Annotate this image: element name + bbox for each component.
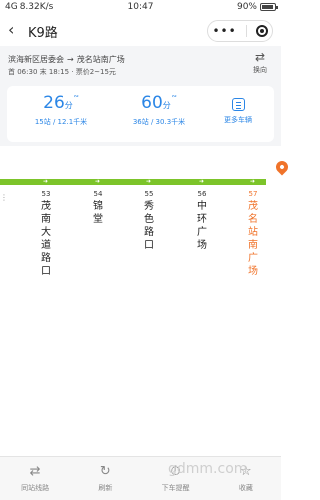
status-bar: 4G 8.32K/s 10:47 90% <box>0 0 281 16</box>
station-name: 中环广场 <box>197 201 207 251</box>
route-to: 茂名站南广场 <box>76 55 125 64</box>
route-line-diagram[interactable]: ⋮ ➜ ➜ ➜ ➜ ➜ 53 茂南大道路口 54 锦堂 55 秀色路口 56 中… <box>0 146 291 456</box>
bus-2-time: 60分∾ <box>119 93 199 113</box>
back-chevron-icon[interactable]: ‹ <box>8 20 14 39</box>
station-53[interactable]: 53 茂南大道路口 <box>38 190 54 278</box>
route-info: 滨海新区居委会 → 茂名站南广场 首 06:30 末 18:15 · 票价2~15元… <box>0 46 281 84</box>
switch-direction-icon: ⇄ <box>254 50 266 64</box>
same-station-lines-button[interactable]: ⇄ 同站线路 <box>0 457 70 500</box>
tool-label: 收藏 <box>238 484 253 492</box>
bus-1-unit: 分 <box>64 101 73 110</box>
previous-stations-fragment: ⋮ <box>0 193 8 202</box>
battery-percent: 90% <box>236 2 257 12</box>
target-close-icon[interactable] <box>255 25 268 37</box>
route-meta: 首 06:30 末 18:15 · 票价2~15元 <box>8 68 116 76</box>
page-title: K9路 <box>28 26 58 41</box>
watermark: gdmm.com <box>168 461 248 477</box>
battery-icon <box>260 3 278 11</box>
arrival-card: 26分∾ 15站 / 12.1千米 60分∾ 36站 / 30.3千米 更多车辆 <box>7 86 274 142</box>
current-location-pin-icon <box>273 158 291 176</box>
direction-arrow-icon: ➜ <box>95 178 101 185</box>
more-dots-icon[interactable]: ••• <box>212 24 236 38</box>
station-57-current[interactable]: 57 茂名站南广场 <box>245 190 261 278</box>
nav-bar: ‹ K9路 ••• <box>0 16 281 46</box>
next-bus-2[interactable]: 60分∾ 36站 / 30.3千米 <box>119 93 199 127</box>
refresh-button[interactable]: ↻ 刷新 <box>70 457 140 500</box>
direction-arrow-icon: ➜ <box>199 178 205 185</box>
bus-2-minutes: 60 <box>141 93 163 113</box>
transfer-icon: ⇄ <box>29 464 41 479</box>
station-name: 秀色路口 <box>144 201 154 251</box>
route-direction: 滨海新区居委会 → 茂名站南广场 <box>8 54 125 65</box>
bus-2-unit: 分 <box>162 101 171 110</box>
arrival-card-area: 26分∾ 15站 / 12.1千米 60分∾ 36站 / 30.3千米 更多车辆 <box>0 84 281 146</box>
realtime-signal-icon: ∾ <box>73 93 79 100</box>
status-right: 90% <box>236 2 278 12</box>
bus-2-detail: 36站 / 30.3千米 <box>132 118 186 126</box>
station-56[interactable]: 56 中环广场 <box>194 190 210 252</box>
route-from: 滨海新区居委会 <box>8 55 64 64</box>
next-bus-1[interactable]: 26分∾ 15站 / 12.1千米 <box>21 93 101 127</box>
miniprogram-capsule: ••• <box>207 20 273 42</box>
station-number: 53 <box>41 190 51 198</box>
station-number: 55 <box>144 190 154 198</box>
refresh-icon: ↻ <box>99 464 111 479</box>
more-buses-label: 更多车辆 <box>224 116 252 124</box>
station-name: 茂名站南广场 <box>248 201 258 277</box>
station-number: 57 <box>248 190 258 198</box>
station-number: 56 <box>197 190 207 198</box>
direction-arrow-icon: ➜ <box>250 178 256 185</box>
station-name: 锦堂 <box>93 201 103 225</box>
direction-arrow-icon: ➜ <box>43 178 49 185</box>
capsule-divider <box>245 25 247 37</box>
route-arrow: → <box>67 55 74 64</box>
station-name: 茂南大道路口 <box>41 201 51 277</box>
tool-label: 刷新 <box>98 484 113 492</box>
bus-1-minutes: 26 <box>43 93 65 113</box>
more-buses-button[interactable]: 更多车辆 <box>218 98 258 125</box>
station-number: 54 <box>93 190 103 198</box>
switch-direction-button[interactable]: ⇄ 换向 <box>249 51 271 75</box>
station-55[interactable]: 55 秀色路口 <box>141 190 157 252</box>
station-54[interactable]: 54 锦堂 <box>90 190 106 226</box>
direction-arrow-icon: ➜ <box>146 178 152 185</box>
realtime-signal-icon: ∾ <box>171 93 177 100</box>
list-icon <box>231 98 245 111</box>
route-line <box>0 179 266 185</box>
bus-1-detail: 15站 / 12.1千米 <box>34 118 88 126</box>
switch-direction-label: 换向 <box>253 66 267 74</box>
tool-label: 下车提醒 <box>161 484 190 492</box>
bus-1-time: 26分∾ <box>21 93 101 113</box>
tool-label: 同站线路 <box>21 484 50 492</box>
